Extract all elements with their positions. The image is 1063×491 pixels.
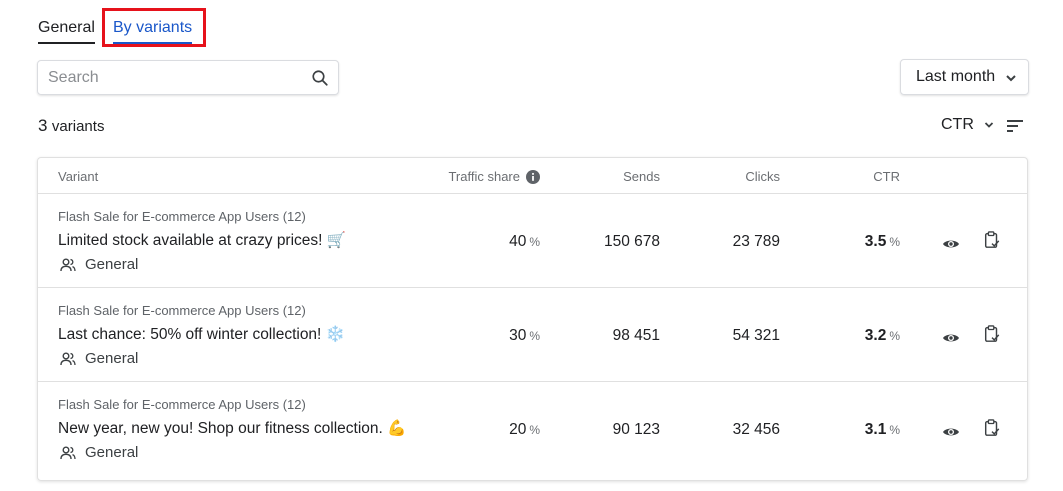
variant-message: Limited stock available at crazy prices!… xyxy=(58,232,347,249)
chevron-down-icon xyxy=(984,122,994,128)
people-icon xyxy=(60,446,76,459)
search-input[interactable] xyxy=(48,68,308,87)
sends-cell: 90 123 xyxy=(612,421,660,438)
clicks-cell: 23 789 xyxy=(732,233,780,250)
sort-dropdown[interactable]: CTR xyxy=(941,116,994,134)
traffic-share-unit: % xyxy=(529,423,540,437)
segment-label: General xyxy=(85,350,139,367)
campaign-name: Flash Sale for E-commerce App Users (12) xyxy=(58,397,306,412)
sort-icon[interactable] xyxy=(1007,119,1023,133)
eye-icon[interactable] xyxy=(942,235,960,253)
segment-label: General xyxy=(85,444,139,461)
period-label: Last month xyxy=(916,68,996,85)
traffic-share-value: 40 xyxy=(509,233,527,250)
segment: General xyxy=(60,444,138,461)
ctr-cell: 3.5% xyxy=(865,233,900,251)
table-row[interactable]: Flash Sale for E-commerce App Users (12)… xyxy=(38,194,1027,288)
traffic-share-value: 30 xyxy=(509,327,527,344)
eye-icon[interactable] xyxy=(942,423,960,441)
people-icon xyxy=(60,258,76,271)
ctr-value: 3.1 xyxy=(864,421,887,438)
column-header-sends: Sends xyxy=(623,169,660,184)
ctr-value: 3.2 xyxy=(864,327,887,344)
ctr-cell: 3.1% xyxy=(865,421,900,439)
column-header-ctr: CTR xyxy=(873,169,900,184)
variant-count-label: variants xyxy=(51,118,105,135)
column-header-traffic-share: Traffic share xyxy=(448,169,540,184)
traffic-share-cell: 40% xyxy=(509,233,540,251)
traffic-share-cell: 20% xyxy=(509,421,540,439)
traffic-share-unit: % xyxy=(529,329,540,343)
table-row[interactable]: Flash Sale for E-commerce App Users (12)… xyxy=(38,288,1027,382)
campaign-name: Flash Sale for E-commerce App Users (12) xyxy=(58,209,306,224)
sort-label: CTR xyxy=(941,116,974,133)
info-icon[interactable] xyxy=(526,169,540,184)
ctr-unit: % xyxy=(889,423,900,437)
clipboard-check-icon[interactable] xyxy=(983,231,1001,249)
traffic-share-cell: 30% xyxy=(509,327,540,345)
clipboard-check-icon[interactable] xyxy=(983,419,1001,437)
traffic-share-value: 20 xyxy=(509,421,527,438)
ctr-unit: % xyxy=(889,235,900,249)
variant-message: Last chance: 50% off winter collection! … xyxy=(58,326,345,343)
ctr-cell: 3.2% xyxy=(865,327,900,345)
sends-cell: 150 678 xyxy=(603,233,660,250)
ctr-unit: % xyxy=(889,329,900,343)
variant-message: New year, new you! Shop our fitness coll… xyxy=(58,420,407,437)
ctr-value: 3.5 xyxy=(864,233,887,250)
clicks-cell: 32 456 xyxy=(732,421,780,438)
column-header-traffic-share-label: Traffic share xyxy=(448,169,520,184)
search-icon[interactable] xyxy=(311,69,329,87)
variant-count: 3 variants xyxy=(38,116,104,136)
variant-count-number: 3 xyxy=(38,116,48,135)
table-row[interactable]: Flash Sale for E-commerce App Users (12)… xyxy=(38,382,1027,476)
segment: General xyxy=(60,256,138,273)
table-header: Variant Traffic share Sends Clicks CTR xyxy=(38,158,1027,194)
period-dropdown[interactable]: Last month xyxy=(900,59,1029,95)
chevron-down-icon xyxy=(1006,75,1016,82)
clicks-cell: 54 321 xyxy=(732,327,780,344)
column-header-clicks: Clicks xyxy=(745,169,780,184)
clipboard-check-icon[interactable] xyxy=(983,325,1001,343)
traffic-share-unit: % xyxy=(529,235,540,249)
search-box xyxy=(37,60,339,95)
segment-label: General xyxy=(85,256,139,273)
people-icon xyxy=(60,352,76,365)
tab-general[interactable]: General xyxy=(38,18,95,44)
campaign-name: Flash Sale for E-commerce App Users (12) xyxy=(58,303,306,318)
sends-cell: 98 451 xyxy=(612,327,660,344)
variants-table: Variant Traffic share Sends Clicks CTR F… xyxy=(37,157,1028,481)
tab-by-variants[interactable]: By variants xyxy=(113,18,193,44)
column-header-variant: Variant xyxy=(58,169,99,184)
eye-icon[interactable] xyxy=(942,329,960,347)
segment: General xyxy=(60,350,138,367)
